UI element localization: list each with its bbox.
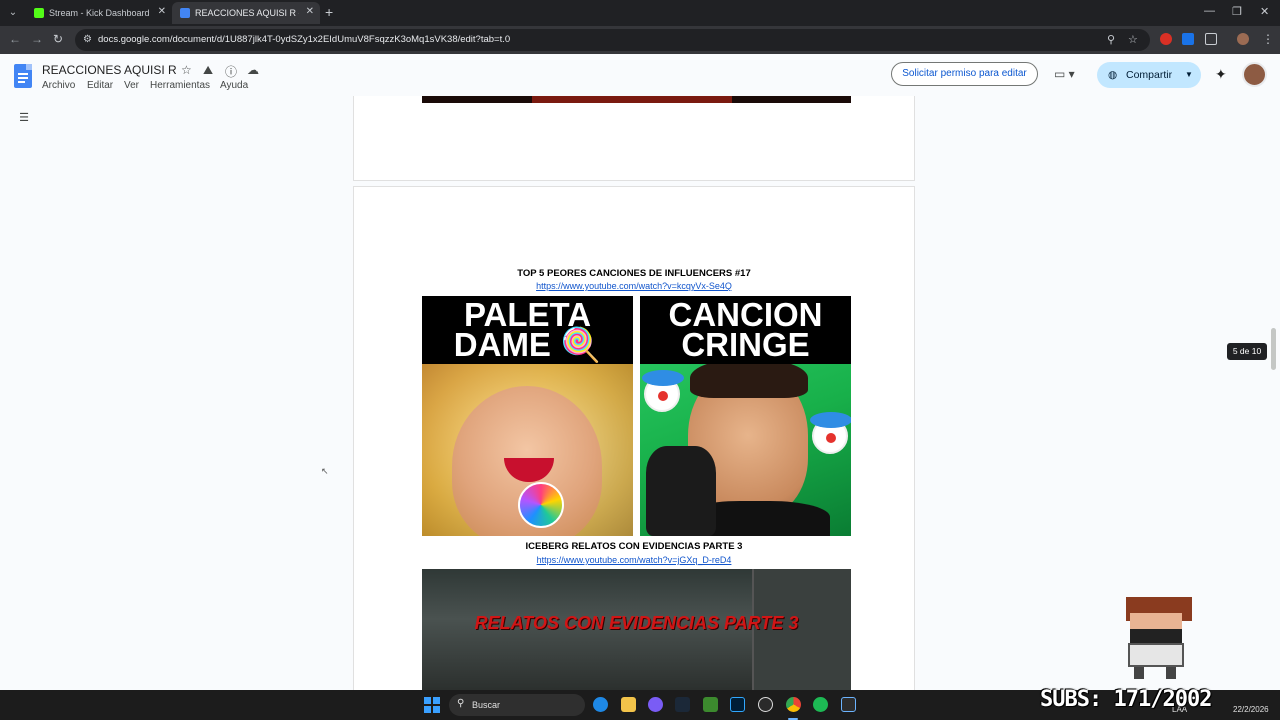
file-explorer-icon[interactable] xyxy=(621,697,636,712)
globe-icon: ◍ xyxy=(1108,69,1118,81)
browser-menu-icon[interactable]: ⋮ xyxy=(1262,32,1274,46)
tab-kick-dashboard[interactable]: Stream - Kick Dashboard ✕ xyxy=(26,2,172,24)
minecraft-icon[interactable] xyxy=(703,697,718,712)
close-tab-icon[interactable]: ✕ xyxy=(158,6,166,17)
menu-archivo[interactable]: Archivo xyxy=(42,80,75,91)
profile-avatar-icon[interactable] xyxy=(1237,33,1249,45)
app-window-icon[interactable] xyxy=(841,697,856,712)
gemini-sparkle-icon[interactable]: ✦ xyxy=(1215,66,1227,83)
new-tab-icon[interactable]: + xyxy=(325,4,333,20)
share-label: Compartir xyxy=(1126,69,1173,81)
window-close-icon[interactable]: ✕ xyxy=(1260,5,1269,18)
browser-tab-strip: ⌄ Stream - Kick Dashboard ✕ REACCIONES A… xyxy=(0,0,1280,26)
windows-start-icon[interactable] xyxy=(424,697,440,713)
document-title[interactable]: REACCIONES AQUISI R xyxy=(42,63,177,77)
bookmark-star-icon[interactable]: ☆ xyxy=(1128,33,1138,46)
clown-icon xyxy=(642,370,684,412)
share-button[interactable]: ◍ Compartir ▼ xyxy=(1097,62,1201,88)
discord-icon[interactable] xyxy=(648,697,663,712)
spotify-icon[interactable] xyxy=(813,697,828,712)
menu-ayuda[interactable]: Ayuda xyxy=(220,80,248,91)
mouse-cursor-icon: ↖ xyxy=(321,466,329,476)
taskbar-search[interactable]: ⚲ Buscar xyxy=(449,694,585,716)
url-text[interactable]: docs.google.com/document/d/1U887jlk4T-0y… xyxy=(98,34,510,45)
entry-link[interactable]: https://www.youtube.com/watch?v=jGXq_D-r… xyxy=(354,555,914,565)
tab-search-icon[interactable]: ⌄ xyxy=(4,4,22,22)
menu-ver[interactable]: Ver xyxy=(124,80,139,91)
thumbnail-panel-left: PALETA DAME 🍭 xyxy=(422,296,633,536)
zoom-icon[interactable]: ⚲ xyxy=(1107,33,1115,46)
thumbnail-right-text: CANCION CRINGE xyxy=(668,296,823,363)
docs-header: REACCIONES AQUISI R ☆ ⛰ ⓘ ☁ Archivo Edit… xyxy=(0,54,1280,96)
document-outline-icon[interactable]: ☰ xyxy=(14,108,34,128)
kick-favicon-icon xyxy=(34,8,44,18)
vertical-scrollbar[interactable] xyxy=(1271,328,1276,370)
browser-toolbar: ← → ↻ ⚙ docs.google.com/document/d/1U887… xyxy=(0,26,1280,54)
info-icon[interactable]: ⓘ xyxy=(225,63,237,80)
previous-thumbnail-bottom xyxy=(422,96,851,103)
tab-title: REACCIONES AQUISI R - Docu xyxy=(195,8,299,18)
search-icon: ⚲ xyxy=(457,698,465,709)
thumbnail-left-text: PALETA DAME 🍭 xyxy=(453,296,602,363)
edge-icon[interactable] xyxy=(593,697,608,712)
close-tab-icon[interactable]: ✕ xyxy=(306,6,314,17)
account-avatar[interactable] xyxy=(1242,62,1267,87)
video-thumbnail-image: RELATOS CON EVIDENCIAS PARTE 3 xyxy=(422,569,851,694)
tab-google-docs[interactable]: REACCIONES AQUISI R - Docu ✕ xyxy=(172,2,320,24)
pixel-avatar-overlay xyxy=(1116,597,1194,679)
lollipop-icon xyxy=(518,482,564,528)
docs-favicon-icon xyxy=(180,8,190,18)
page-indicator: 5 de 10 xyxy=(1227,343,1267,360)
extension-red-icon[interactable] xyxy=(1160,33,1172,45)
chrome-icon[interactable] xyxy=(786,697,801,712)
video-thumbnail-image: PALETA DAME 🍭 CANCION CRINGE xyxy=(422,296,851,536)
photoshop-icon[interactable] xyxy=(730,697,745,712)
document-page: TOP 5 PEORES CANCIONES DE INFLUENCERS #1… xyxy=(353,186,915,694)
restore-icon[interactable]: ❐ xyxy=(1232,5,1242,18)
thumbnail-title-text: RELATOS CON EVIDENCIAS PARTE 3 xyxy=(474,613,799,633)
extension-blue-icon[interactable] xyxy=(1182,33,1194,45)
extensions-puzzle-icon[interactable] xyxy=(1205,33,1217,45)
back-icon[interactable]: ← xyxy=(9,32,21,46)
forward-icon[interactable]: → xyxy=(31,32,43,46)
reload-icon[interactable]: ↻ xyxy=(53,32,63,46)
menu-herramientas[interactable]: Herramientas xyxy=(150,80,210,91)
entry-link[interactable]: https://www.youtube.com/watch?v=kcqyVx-S… xyxy=(354,281,914,291)
star-icon[interactable]: ☆ xyxy=(181,63,192,77)
clown-icon xyxy=(810,412,851,454)
meet-video-icon[interactable]: ▭ ▾ xyxy=(1054,67,1075,81)
thumbnail-panel-right: CANCION CRINGE xyxy=(640,296,851,536)
obs-icon[interactable] xyxy=(758,697,773,712)
menu-editar[interactable]: Editar xyxy=(87,80,113,91)
search-placeholder: Buscar xyxy=(472,700,501,710)
entry-heading: TOP 5 PEORES CANCIONES DE INFLUENCERS #1… xyxy=(517,268,751,279)
subs-counter-overlay: SUBS: 171/2002 xyxy=(1040,687,1212,712)
cloud-status-icon[interactable]: ☁ xyxy=(247,63,259,77)
taskbar-date[interactable]: 22/2/2026 xyxy=(1233,705,1269,714)
address-bar[interactable]: ⚙ docs.google.com/document/d/1U887jlk4T-… xyxy=(75,29,1150,51)
move-to-drive-icon[interactable]: ⛰ xyxy=(203,63,213,78)
request-edit-access-button[interactable]: Solicitar permiso para editar xyxy=(891,62,1038,86)
minimize-icon[interactable]: — xyxy=(1204,5,1215,17)
steam-icon[interactable] xyxy=(675,697,690,712)
document-page xyxy=(353,96,915,181)
site-info-icon[interactable]: ⚙ xyxy=(83,34,92,45)
entry-heading: ICEBERG RELATOS CON EVIDENCIAS PARTE 3 xyxy=(525,541,743,552)
tab-title: Stream - Kick Dashboard xyxy=(49,8,150,18)
google-docs-logo-icon[interactable] xyxy=(14,64,32,88)
chevron-down-icon[interactable]: ▼ xyxy=(1185,62,1193,88)
